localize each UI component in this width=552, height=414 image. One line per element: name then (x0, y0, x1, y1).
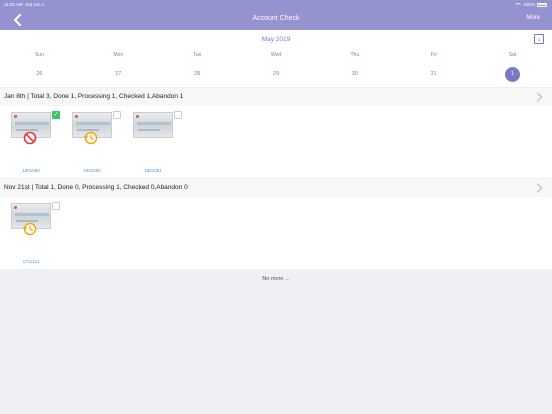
day-cell[interactable]: 26 (32, 67, 47, 82)
group-header-jan-8[interactable]: Jan 8th | Total 3, Done 1, Processing 1,… (0, 88, 552, 106)
check-thumbnail (133, 112, 173, 138)
page-title: Account Check (252, 15, 300, 22)
weekday-label: Fri (430, 52, 437, 58)
checkbox[interactable] (174, 111, 182, 119)
day-cell[interactable]: 29 (268, 67, 283, 82)
checkbox[interactable] (52, 202, 60, 210)
history-clock-icon (23, 222, 37, 236)
wifi-icon (515, 2, 522, 7)
weekday-label: Mon (113, 52, 124, 58)
weekday-label: Wed (270, 52, 282, 58)
day-cell[interactable]: 31 (426, 67, 441, 82)
group-body: ✓ 1801080 1801080 1801081 (0, 106, 552, 178)
battery-percent: 100% (523, 2, 535, 7)
prohibited-icon (23, 131, 37, 145)
weekday-label: Thu (350, 52, 360, 58)
week-row: Sun 26 Mon 27 Tue 28 Wed 29 Thu 30 Fri 31 Sat 1 (0, 53, 552, 85)
check-card[interactable]: 1711211 (9, 202, 63, 265)
day-column: Sat 1 (473, 53, 552, 85)
status-bar: 11:03 AM Sat Jun 1 100% (0, 0, 552, 8)
check-card[interactable]: 1801081 (131, 111, 185, 174)
day-column: Sun 26 (0, 53, 79, 85)
day-column: Wed 29 (237, 53, 316, 85)
status-date: Sat Jun 1 (25, 2, 45, 7)
checkbox[interactable] (113, 111, 121, 119)
day-cell[interactable]: 30 (347, 67, 362, 82)
group-title: Jan 8th | Total 3, Done 1, Processing 1,… (4, 93, 184, 100)
check-card[interactable]: ✓ 1801080 (9, 111, 63, 174)
day-cell[interactable]: 28 (190, 67, 205, 82)
day-column: Tue 28 (158, 53, 237, 85)
chevron-right-icon (536, 183, 543, 193)
day-cell[interactable]: 27 (111, 67, 126, 82)
check-id-link[interactable]: 1801080 (70, 168, 114, 173)
no-more-label: No more ... (262, 276, 290, 282)
month-label[interactable]: May 2019 (0, 36, 552, 43)
day-column: Thu 30 (315, 53, 394, 85)
group-title: Nov 21st | Total 1, Done 0, Processing 1… (4, 184, 188, 191)
day-cell-selected[interactable]: 1 (504, 67, 520, 82)
weekday-label: Tue (192, 52, 202, 58)
history-clock-icon (84, 131, 98, 145)
check-card[interactable]: 1801080 (70, 111, 124, 174)
calendar-icon[interactable]: 1 (534, 34, 544, 44)
calendar-week: May 2019 1 Sun 26 Mon 27 Tue 28 Wed 29 Thu 30… (0, 30, 552, 87)
day-column: Mon 27 (79, 53, 158, 85)
chevron-right-icon (536, 92, 543, 102)
status-time: 11:03 AM (4, 2, 23, 7)
weekday-label: Sun (34, 52, 44, 58)
weekday-label: Sat (508, 52, 517, 58)
battery-icon (537, 2, 547, 7)
check-id-link[interactable]: 1801081 (131, 168, 175, 173)
group-body: 1711211 (0, 197, 552, 269)
checkbox-checked[interactable]: ✓ (52, 111, 60, 119)
group-header-nov-21[interactable]: Nov 21st | Total 1, Done 0, Processing 1… (0, 179, 552, 197)
check-id-link[interactable]: 1801080 (9, 168, 53, 173)
check-id-link[interactable]: 1711211 (9, 259, 53, 264)
nav-bar: 11:03 AM Sat Jun 1 100% Account Check Mo… (0, 0, 552, 30)
more-button[interactable]: More (526, 15, 540, 21)
day-column: Fri 31 (394, 53, 473, 85)
